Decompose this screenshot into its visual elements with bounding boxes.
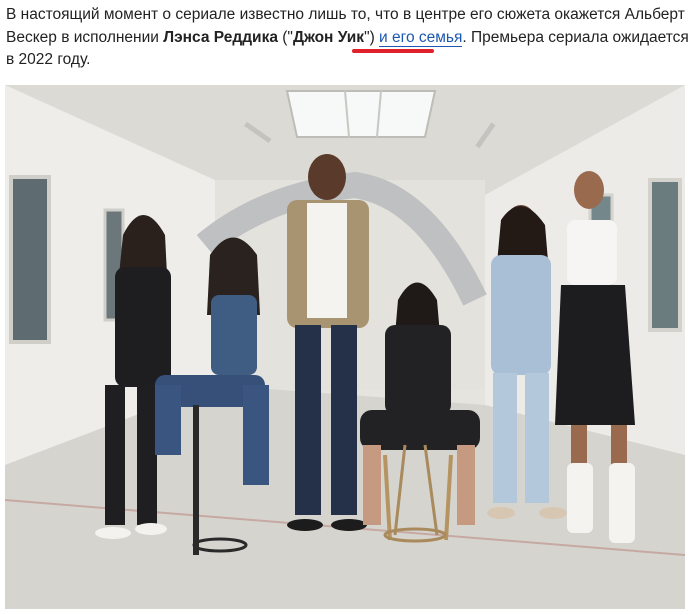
paragraph-text-2: (" [277, 28, 293, 46]
film-name: Джон Уик [292, 28, 365, 46]
article-body: В настоящий момент о сериале известно ли… [0, 0, 700, 615]
paragraph-text-3: ") [364, 28, 380, 46]
actor-name: Лэнса Реддика [163, 28, 278, 46]
red-underline-annotation [352, 49, 434, 53]
article-paragraph: В настоящий момент о сериале известно ли… [6, 4, 694, 72]
cast-photo-illustration [5, 85, 685, 609]
family-link[interactable]: и его семья [379, 28, 463, 47]
cast-photo [5, 85, 685, 609]
